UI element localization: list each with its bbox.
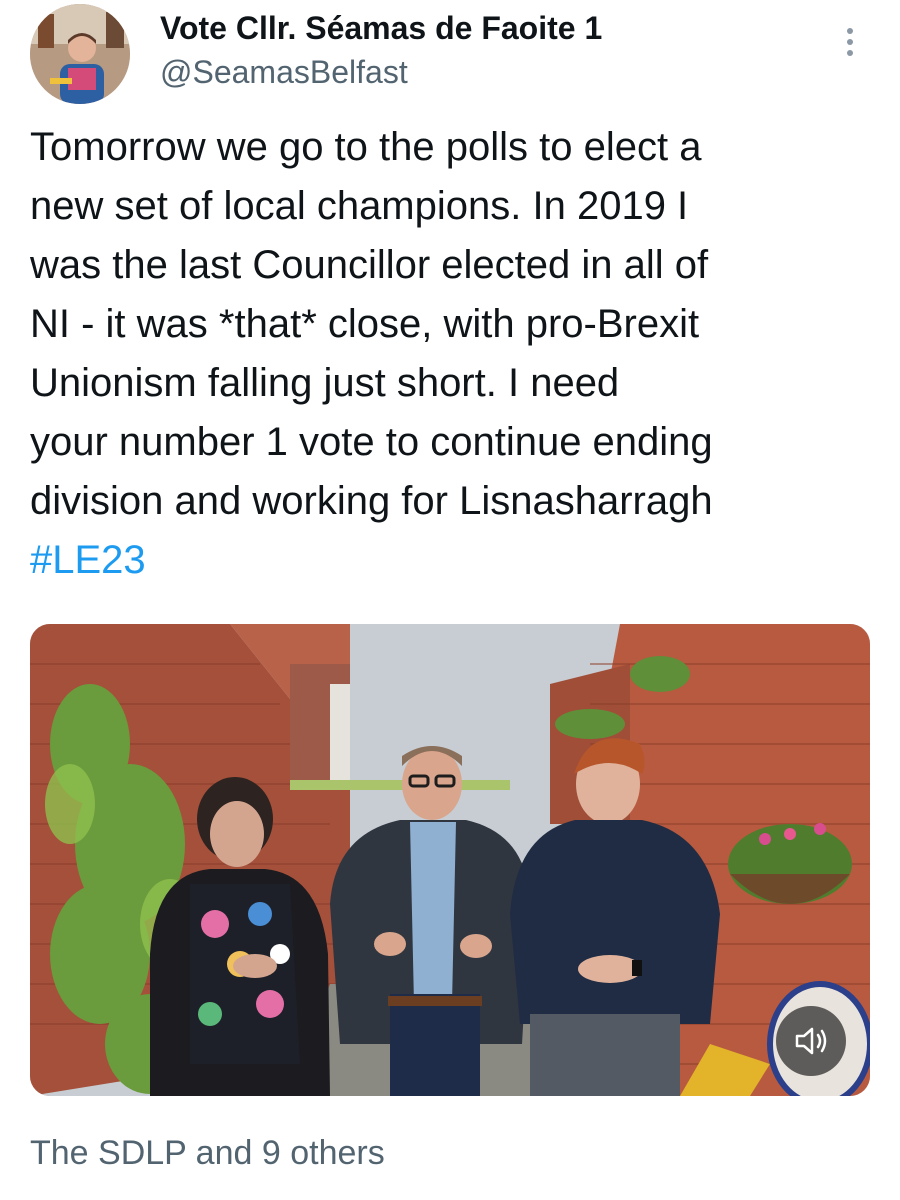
tweet-text: Tomorrow we go to the polls to elect a n… bbox=[30, 118, 870, 590]
avatar-image bbox=[30, 4, 130, 104]
mute-toggle-button[interactable] bbox=[776, 1006, 846, 1076]
tweet-text-line: division and working for Lisnasharragh bbox=[30, 479, 713, 523]
user-handle[interactable]: @SeamasBelfast bbox=[160, 54, 408, 91]
avatar[interactable] bbox=[30, 4, 130, 104]
tweet-text-line: was the last Councillor elected in all o… bbox=[30, 243, 709, 287]
tweet-text-line: your number 1 vote to continue ending bbox=[30, 420, 713, 464]
more-options-icon[interactable] bbox=[836, 22, 864, 62]
display-name[interactable]: Vote Cllr. Séamas de Faoite 1 bbox=[160, 10, 602, 47]
tweet-text-line: NI - it was *that* close, with pro-Brexi… bbox=[30, 302, 700, 346]
tweet-text-line: Tomorrow we go to the polls to elect a bbox=[30, 125, 702, 169]
speaker-muted-icon bbox=[795, 1027, 827, 1055]
hashtag-link[interactable]: #LE23 bbox=[30, 531, 870, 590]
liked-by-summary[interactable]: The SDLP and 9 others bbox=[30, 1134, 385, 1173]
tweet-text-line: Unionism falling just short. I need bbox=[30, 361, 620, 405]
video-frame bbox=[30, 624, 870, 1096]
video-player[interactable] bbox=[30, 624, 870, 1096]
tweet-text-line: new set of local champions. In 2019 I bbox=[30, 184, 689, 228]
